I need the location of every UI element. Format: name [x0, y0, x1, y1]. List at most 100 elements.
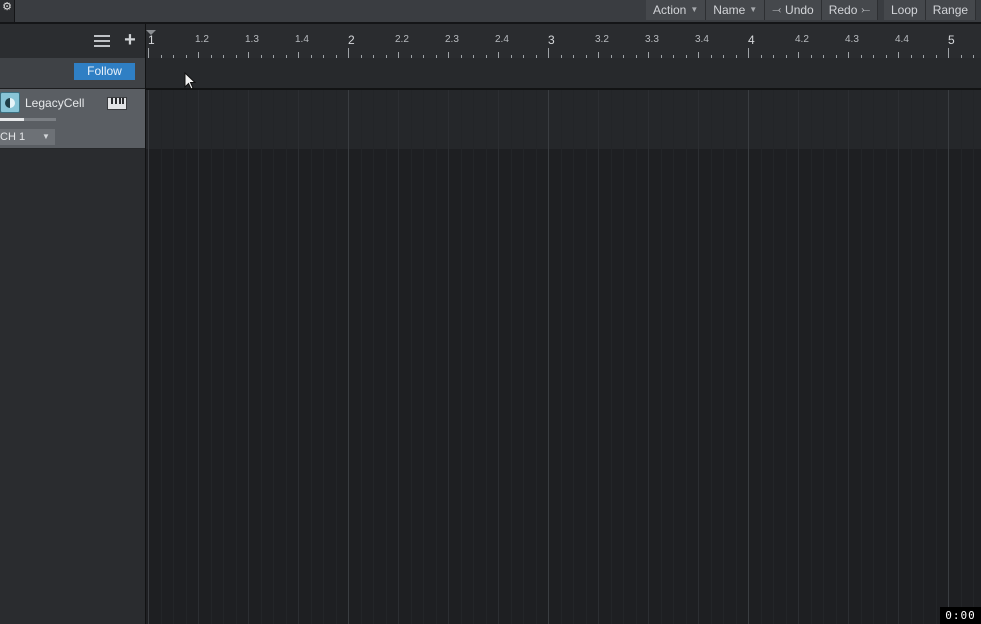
grid-line: [648, 90, 649, 624]
undo-arrow-icon: ⤙: [772, 4, 782, 16]
grid-line: [673, 90, 674, 624]
grid-line: [635, 90, 637, 624]
grid-line: [823, 90, 824, 624]
marker-lane[interactable]: [146, 58, 981, 90]
undo-button[interactable]: ⤙ Undo: [765, 0, 822, 20]
follow-row: Follow: [0, 58, 145, 89]
grid-line: [260, 90, 262, 624]
ruler-tick: [748, 48, 749, 58]
grid-line: [285, 90, 287, 624]
time-display: 0:00: [940, 607, 981, 624]
ruler-tick: [948, 48, 949, 58]
grid-line: [385, 90, 387, 624]
grid-line: [560, 90, 562, 624]
grid-line: [885, 90, 887, 624]
track-name[interactable]: LegacyCell: [25, 96, 84, 110]
grid-line: [148, 90, 149, 624]
action-menu-button[interactable]: Action ▼: [646, 0, 707, 20]
ruler-beat-label: 4.3: [845, 34, 859, 45]
grid-line: [198, 90, 199, 624]
ruler-tick: [148, 48, 149, 58]
grid-line: [810, 90, 812, 624]
channel-select[interactable]: CH 1 ▼: [0, 129, 55, 145]
grid-line: [435, 90, 437, 624]
redo-button[interactable]: Redo ⤚: [821, 0, 879, 20]
add-track-icon[interactable]: +: [122, 30, 138, 50]
grid-line: [685, 90, 687, 624]
grid-line: [310, 90, 312, 624]
track-list-menu-icon[interactable]: [94, 35, 110, 47]
name-menu-button[interactable]: Name ▼: [706, 0, 766, 20]
ruler-bar-label: 2: [348, 33, 355, 47]
grid-line: [773, 90, 774, 624]
chevron-down-icon: ▼: [690, 5, 699, 14]
grid-line: [548, 90, 549, 624]
track-header[interactable]: LegacyCell CH 1 ▼: [0, 89, 145, 149]
grid-line: [623, 90, 624, 624]
grid-line: [373, 90, 374, 624]
ruler-beat-label: 2.3: [445, 34, 459, 45]
track-volume-slider[interactable]: [0, 118, 56, 121]
ruler-beat-label: 4.4: [895, 34, 909, 45]
ruler-beat-label: 3.4: [695, 34, 709, 45]
grid-line: [248, 90, 249, 624]
track-lane[interactable]: [146, 90, 981, 149]
ruler-beat-label: 1.4: [295, 34, 309, 45]
range-label: Range: [932, 3, 969, 17]
piano-keyboard-icon[interactable]: [107, 97, 127, 110]
range-button[interactable]: Range: [925, 0, 977, 20]
ruler-bar-label: 5: [948, 33, 955, 47]
grid-line: [710, 90, 712, 624]
timeline-ruler[interactable]: 1 1.2 1.3 1.4 2 2.2 2.3 2.4 3 3.2 3.3 3.4 4 4.2 4.3 4.4…: [146, 24, 981, 58]
monitor-button[interactable]: [0, 92, 20, 113]
grid-line: [210, 90, 212, 624]
ruler-beat-label: 3.2: [595, 34, 609, 45]
grid-line: [698, 90, 699, 624]
arrange-view[interactable]: [146, 90, 981, 624]
grid-line: [448, 90, 449, 624]
grid-line: [498, 90, 499, 624]
grid-line: [473, 90, 474, 624]
chevron-down-icon: ▼: [42, 132, 50, 141]
action-menu-label: Action: [653, 3, 687, 17]
grid-line: [748, 90, 749, 624]
grid-line: [185, 90, 187, 624]
grid-line: [860, 90, 862, 624]
loop-toolbar-group: Loop Range: [884, 0, 977, 22]
edit-toolbar-group: Action ▼ Name ▼ ⤙ Undo Redo ⤚: [646, 0, 879, 22]
grid-line: [735, 90, 737, 624]
ruler-beat-label: 1.3: [245, 34, 259, 45]
grid-line: [848, 90, 849, 624]
gear-icon[interactable]: ⚙: [0, 0, 15, 22]
grid-line: [585, 90, 587, 624]
ruler-bar-label: 3: [548, 33, 555, 47]
grid-line: [273, 90, 274, 624]
grid-line: [398, 90, 399, 624]
grid-line: [298, 90, 299, 624]
grid-line: [423, 90, 424, 624]
redo-arrow-icon: ⤚: [861, 4, 871, 16]
grid-line: [898, 90, 899, 624]
grid-line: [660, 90, 662, 624]
ruler-tick: [348, 48, 349, 58]
grid-line: [485, 90, 487, 624]
ruler-tick: [548, 48, 549, 58]
grid-line: [410, 90, 412, 624]
grid-line: [935, 90, 937, 624]
channel-value: CH 1: [0, 131, 26, 143]
grid-line: [610, 90, 612, 624]
follow-button[interactable]: Follow: [74, 63, 135, 80]
ruler-bar-label: 4: [748, 33, 755, 47]
monitor-icon: [5, 97, 15, 108]
grid-line: [760, 90, 762, 624]
grid-line: [223, 90, 224, 624]
grid-line: [323, 90, 324, 624]
loop-button[interactable]: Loop: [884, 0, 926, 20]
grid-line: [535, 90, 537, 624]
grid-line: [235, 90, 237, 624]
grid-line: [460, 90, 462, 624]
top-toolbar: ⚙ Action ▼ Name ▼ ⤙ Undo Redo ⤚ Loop Ran…: [0, 0, 981, 24]
ruler-beat-label: 3.3: [645, 34, 659, 45]
grid-line: [948, 90, 949, 624]
grid-line: [335, 90, 337, 624]
